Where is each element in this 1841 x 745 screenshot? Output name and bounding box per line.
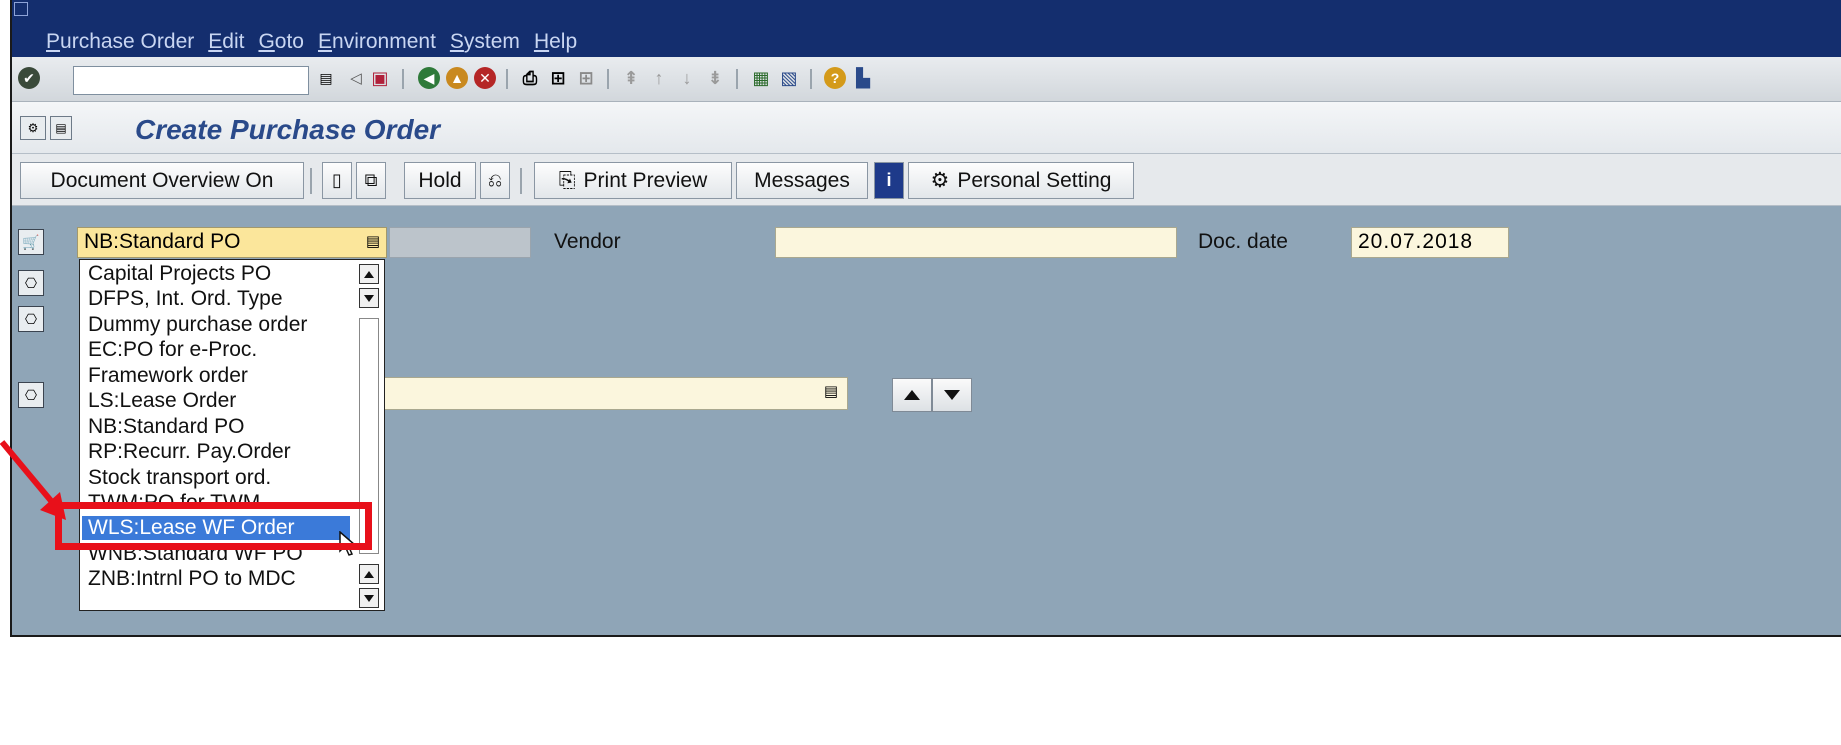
selection-highlight-box [55, 502, 372, 550]
red-arrow-icon [0, 440, 66, 520]
scroll-down-button[interactable] [359, 288, 379, 308]
find-next-icon[interactable]: ⊞ [573, 65, 599, 91]
toolbar-separator [810, 69, 812, 89]
print-icon[interactable]: ⎙ [517, 65, 543, 91]
collapse-arrow-icon[interactable]: ◁ [343, 65, 369, 91]
item-dropdown-icon[interactable]: ▤ [824, 382, 839, 400]
personal-setting-button[interactable]: ⚙ Personal Setting [908, 162, 1134, 199]
vendor-label: Vendor [554, 230, 621, 253]
cancel-icon[interactable]: ✕ [472, 65, 498, 91]
up-arrow-icon [364, 570, 374, 578]
info-icon[interactable]: i [874, 162, 904, 199]
menu-help[interactable]: Help [534, 30, 577, 54]
new-document-icon[interactable]: ▯ [322, 162, 352, 199]
check-icon[interactable]: ⎌ [480, 162, 510, 199]
help-icon[interactable]: ? [822, 65, 848, 91]
list-item[interactable]: EC:PO for e-Proc. [88, 338, 257, 362]
down-arrow-icon [364, 594, 374, 602]
layout-menu-icon[interactable]: ▙ [850, 65, 876, 91]
menu-bar: Purchase Order Edit Goto Environment Sys… [12, 0, 1841, 57]
list-item[interactable]: Framework order [88, 364, 248, 388]
up-arrow-icon [364, 270, 374, 278]
menu-goto[interactable]: Goto [258, 30, 304, 54]
print-preview-icon: ⎘ [558, 168, 576, 192]
first-page-icon[interactable]: ⇞ [618, 65, 644, 91]
list-item[interactable]: LS:Lease Order [88, 389, 236, 413]
other-purchase-order-icon[interactable]: ⧉ [356, 162, 386, 199]
scroll-down-button[interactable] [359, 588, 379, 608]
system-menu-icon[interactable] [14, 2, 28, 16]
application-toolbar: Document Overview On ▯ ⧉ Hold ⎌ ⎘ Print … [12, 154, 1841, 206]
toolbar-separator [310, 168, 312, 194]
toolbar-separator [506, 69, 508, 89]
menu-environment[interactable]: Environment [318, 30, 436, 54]
command-history-icon[interactable]: ▤ [313, 65, 339, 91]
enter-check-icon[interactable]: ✔ [16, 65, 42, 91]
scroll-up-button[interactable] [359, 564, 379, 584]
title-bar: ⚙ ▤ Create Purchase Order [12, 102, 1841, 154]
vendor-field[interactable] [775, 227, 1177, 258]
exit-icon[interactable]: ▲ [444, 65, 470, 91]
document-overview-button[interactable]: Document Overview On [20, 162, 304, 199]
header-expand-icon[interactable]: ⎔ [18, 270, 44, 296]
list-item[interactable]: Dummy purchase order [88, 313, 307, 337]
list-item[interactable]: NB:Standard PO [88, 415, 244, 439]
next-page-icon[interactable]: ↓ [674, 65, 700, 91]
command-input[interactable] [74, 67, 308, 94]
save-icon[interactable]: ▣ [367, 65, 393, 91]
item-detail-collapse-icon[interactable]: ⎔ [18, 382, 44, 408]
list-item[interactable]: RP:Recurr. Pay.Order [88, 440, 291, 464]
menu-system[interactable]: System [450, 30, 520, 54]
doc-date-field[interactable]: 20.07.2018 [1351, 227, 1509, 258]
order-number-field [389, 227, 531, 258]
down-arrow-icon [364, 294, 374, 302]
page-title: Create Purchase Order [135, 114, 441, 145]
personal-setting-icon: ⚙ [930, 169, 950, 192]
up-arrow-icon [904, 390, 920, 400]
previous-item-button[interactable] [892, 378, 932, 412]
list-item[interactable]: ZNB:Intrnl PO to MDC [88, 567, 296, 591]
back-icon[interactable]: ◀ [416, 65, 442, 91]
hold-button[interactable]: Hold [404, 162, 476, 199]
item-overview-expand-icon[interactable]: ⎔ [18, 306, 44, 332]
menu-purchase-order[interactable]: Purchase Order [46, 30, 194, 54]
toolbar-separator [402, 69, 404, 89]
order-type-select[interactable]: NB:Standard PO ▤ [77, 227, 387, 258]
command-field[interactable] [73, 66, 309, 95]
dropdown-icon[interactable]: ▤ [366, 232, 380, 250]
order-type-value: NB:Standard PO [84, 230, 241, 253]
next-item-button[interactable] [932, 378, 972, 412]
doc-date-label: Doc. date [1198, 230, 1288, 253]
toolbar-separator [607, 69, 609, 89]
menu-edit[interactable]: Edit [208, 30, 244, 54]
print-preview-label: Print Preview [583, 168, 708, 192]
list-item[interactable]: Stock transport ord. [88, 466, 271, 490]
shopping-cart-icon[interactable]: 🛒 [18, 229, 44, 255]
shortcut-icon[interactable]: ▧ [776, 65, 802, 91]
item-select-field[interactable]: ▤ [375, 377, 848, 410]
standard-toolbar: ✔ ▤ ◁ ▣ ◀ ▲ ✕ ⎙ ⊞ ⊞ ⇞ ↑ ↓ ⇟ ▦ ▧ ? ▙ [12, 57, 1841, 102]
create-session-icon[interactable]: ▦ [748, 65, 774, 91]
scroll-up-button[interactable] [359, 264, 379, 284]
find-icon[interactable]: ⊞ [545, 65, 571, 91]
dropdown-scrollbar[interactable] [358, 260, 380, 610]
document-icon[interactable]: ▤ [50, 116, 72, 140]
list-item[interactable]: DFPS, Int. Ord. Type [88, 287, 283, 311]
print-preview-button[interactable]: ⎘ Print Preview [534, 162, 732, 199]
other-document-icon[interactable]: ⚙ [20, 116, 46, 140]
order-type-dropdown-list[interactable]: Capital Projects PO DFPS, Int. Ord. Type… [79, 259, 385, 611]
last-page-icon[interactable]: ⇟ [702, 65, 728, 91]
previous-page-icon[interactable]: ↑ [646, 65, 672, 91]
toolbar-separator [736, 69, 738, 89]
list-item[interactable]: Capital Projects PO [88, 262, 271, 286]
down-arrow-icon [944, 390, 960, 400]
personal-setting-label: Personal Setting [957, 168, 1112, 192]
messages-button[interactable]: Messages [736, 162, 868, 199]
toolbar-separator [520, 168, 522, 194]
